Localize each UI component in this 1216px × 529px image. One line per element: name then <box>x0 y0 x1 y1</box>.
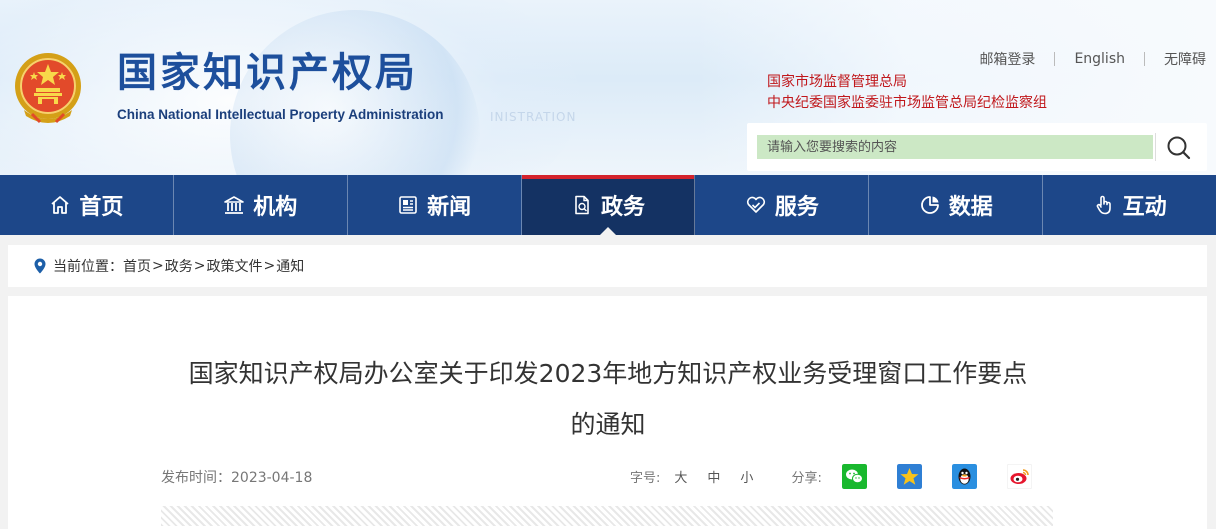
nav-item-label: 新闻 <box>427 195 472 220</box>
breadcrumb-prefix: 当前位置： <box>53 259 123 275</box>
article-panel: 国家知识产权局办公室关于印发2023年地方知识产权业务受理窗口工作要点 的通知 … <box>8 296 1207 529</box>
breadcrumb-notice[interactable]: 通知 <box>276 256 304 276</box>
publish-info: 发布时间：2023-04-18 <box>161 467 312 487</box>
font-size-medium-button[interactable]: 中 <box>707 467 720 486</box>
search-input[interactable] <box>757 135 1153 159</box>
nav-item-data[interactable]: 数据 <box>869 175 1044 235</box>
font-size-large-button[interactable]: 大 <box>674 467 687 486</box>
qq-penguin-icon[interactable] <box>951 463 977 489</box>
related-link-samr[interactable]: 国家市场监督管理总局 <box>767 72 1047 93</box>
share-label: 分享: <box>791 470 822 486</box>
weibo-icon[interactable] <box>1006 463 1032 489</box>
location-pin-icon <box>34 258 46 274</box>
article-divider-stripe <box>161 506 1053 526</box>
publish-label: 发布时间： <box>161 470 231 486</box>
hand-pointer-icon <box>1096 195 1111 215</box>
top-links-divider <box>1054 52 1056 66</box>
nav-item-label: 机构 <box>253 195 298 220</box>
breadcrumb: 当前位置： 首页 > 政务 > 政策文件 > 通知 <box>8 245 1207 287</box>
breadcrumb-separator: > <box>152 258 164 274</box>
related-link-discipline[interactable]: 中央纪委国家监委驻市场监管总局纪检监察组 <box>767 93 1047 114</box>
site-header: INISTRATION 国家知识产权局 China National Intel… <box>0 0 1216 175</box>
document-icon <box>575 195 589 215</box>
font-size-small-button[interactable]: 小 <box>740 467 753 486</box>
article-title-line-2: 的通知 <box>570 410 646 439</box>
font-size-label: 字号: <box>630 470 661 486</box>
pie-chart-icon <box>920 196 939 214</box>
header-watermark: INISTRATION <box>490 110 577 124</box>
mail-login-link[interactable]: 邮箱登录 <box>979 49 1035 69</box>
article-tools: 字号: 大 中 小 分享: <box>630 462 1032 490</box>
breadcrumb-government-affairs[interactable]: 政务 <box>165 256 193 276</box>
nav-item-label: 服务 <box>774 195 819 220</box>
nav-item-label: 首页 <box>79 195 124 220</box>
nav-item-news[interactable]: 新闻 <box>348 175 522 235</box>
search-box <box>747 123 1207 171</box>
article-title-line-1: 国家知识产权局办公室关于印发2023年地方知识产权业务受理窗口工作要点 <box>188 359 1028 388</box>
breadcrumb-separator: > <box>263 258 276 274</box>
heart-hand-icon <box>746 196 765 213</box>
accessibility-link[interactable]: 无障碍 <box>1164 49 1206 69</box>
nav-item-government-affairs[interactable]: 政务 <box>521 175 696 235</box>
top-links: 邮箱登录 English 无障碍 <box>979 49 1206 69</box>
qzone-star-icon[interactable] <box>896 463 922 489</box>
related-links: 国家市场监督管理总局 中央纪委国家监委驻市场监管总局纪检监察组 <box>767 72 1047 114</box>
search-icon[interactable] <box>1163 132 1195 164</box>
article-title: 国家知识产权局办公室关于印发2023年地方知识产权业务受理窗口工作要点 的通知 <box>158 348 1058 450</box>
site-subtitle: China National Intellectual Property Adm… <box>117 107 444 122</box>
main-nav: 首页 机构 新闻 政务 服务 数据 互动 <box>0 175 1216 235</box>
nav-item-label: 数据 <box>948 195 993 220</box>
wechat-icon[interactable] <box>841 463 867 489</box>
english-link[interactable]: English <box>1074 51 1125 67</box>
national-emblem-icon[interactable] <box>12 50 84 126</box>
nav-item-label: 政务 <box>601 195 646 220</box>
home-icon <box>51 196 70 214</box>
search-divider <box>1155 133 1156 161</box>
top-links-divider <box>1144 52 1145 66</box>
newspaper-icon <box>399 196 417 214</box>
breadcrumb-policy-documents[interactable]: 政策文件 <box>206 256 262 276</box>
nav-item-home[interactable]: 首页 <box>0 175 174 235</box>
nav-item-label: 互动 <box>1122 195 1167 220</box>
nav-item-interaction[interactable]: 互动 <box>1043 175 1216 235</box>
nav-item-institutions[interactable]: 机构 <box>174 175 348 235</box>
site-title[interactable]: 国家知识产权局 <box>117 48 418 98</box>
nav-item-services[interactable]: 服务 <box>695 175 870 235</box>
publish-date: 2023-04-18 <box>231 470 313 486</box>
breadcrumb-separator: > <box>193 258 206 274</box>
breadcrumb-home[interactable]: 首页 <box>123 256 151 276</box>
building-icon <box>224 196 245 214</box>
